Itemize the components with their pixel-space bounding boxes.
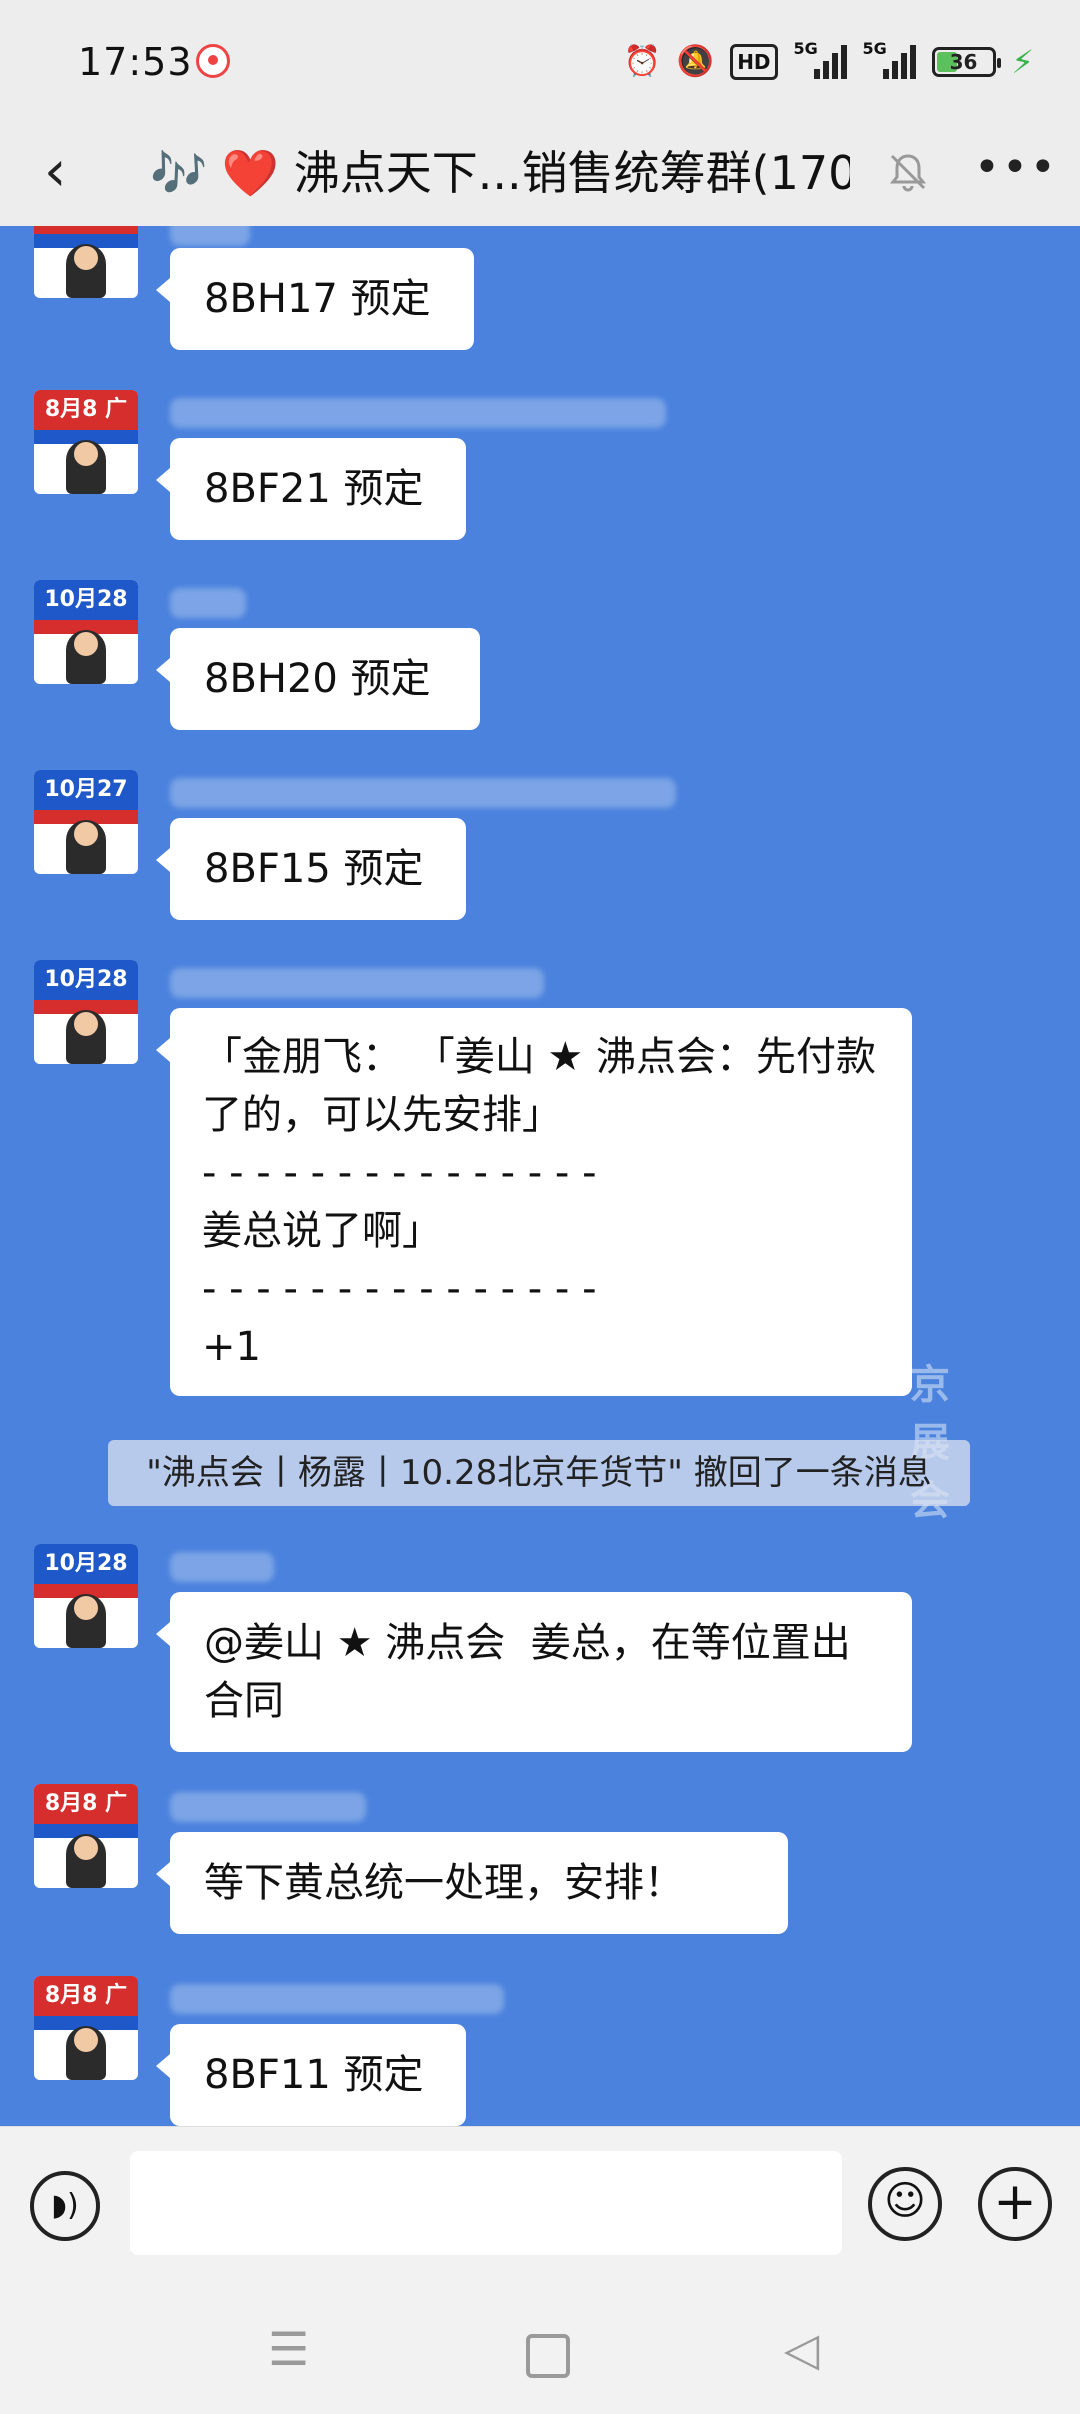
avatar[interactable]: 10月28 北京 bbox=[34, 960, 138, 1064]
chat-messages[interactable]: 京 展 会 8月8 广州 8BH17 预定 8月8 广州 8BF21 预定 10… bbox=[0, 226, 1080, 2126]
back-triangle-icon[interactable]: ◁ bbox=[784, 2322, 819, 2376]
sender-name-blurred bbox=[170, 1792, 366, 1822]
sender-name-blurred bbox=[170, 588, 246, 618]
message-bubble[interactable]: 8BH17 预定 bbox=[156, 248, 474, 350]
more-dots-icon[interactable]: ••• bbox=[974, 142, 1058, 193]
charging-icon: ⚡ bbox=[1011, 43, 1034, 81]
sender-name-blurred bbox=[170, 968, 544, 998]
avatar[interactable]: 8月8 广州 bbox=[34, 226, 138, 298]
plus-icon[interactable]: + bbox=[978, 2167, 1052, 2241]
avatar[interactable]: 8月8 广州 bbox=[34, 390, 138, 494]
sender-name-blurred bbox=[170, 1552, 274, 1582]
message-bubble[interactable]: 等下黄总统一处理，安排！ bbox=[156, 1832, 788, 1934]
battery-icon: 36 bbox=[931, 47, 1001, 77]
message-bubble[interactable]: 8BF15 预定 bbox=[156, 818, 466, 920]
input-bar: ◗) ☺ + bbox=[0, 2126, 1080, 2293]
chevron-left-icon[interactable]: ‹ bbox=[44, 142, 66, 202]
avatar[interactable]: 8月8 广州 bbox=[34, 1976, 138, 2080]
message-input[interactable] bbox=[130, 2151, 842, 2255]
sender-name-blurred bbox=[170, 226, 250, 246]
alarm-icon: ⏰ bbox=[623, 44, 661, 79]
signal-icon: 5G bbox=[863, 39, 916, 79]
sender-name-blurred bbox=[170, 1984, 504, 2014]
voice-input-icon[interactable]: ◗) bbox=[30, 2171, 100, 2241]
message-bubble[interactable]: 「金朋飞： 「姜山 ★ 沸点会：先付款了的，可以先安排」 - - - - - -… bbox=[156, 1008, 912, 1396]
menu-icon[interactable]: ☰ bbox=[268, 2322, 309, 2376]
hd-voice-icon: HD bbox=[730, 44, 778, 80]
status-time: 17:53 bbox=[78, 40, 193, 84]
avatar[interactable]: 10月28 北京 bbox=[34, 580, 138, 684]
home-square-icon[interactable] bbox=[526, 2334, 570, 2378]
message-bubble[interactable]: 8BH20 预定 bbox=[156, 628, 480, 730]
avatar[interactable]: 10月28 北京 bbox=[34, 1544, 138, 1648]
location-app-icon bbox=[196, 44, 230, 78]
emoji-icon[interactable]: ☺ bbox=[868, 2167, 942, 2241]
message-bubble[interactable]: 8BF21 预定 bbox=[156, 438, 466, 540]
chat-title[interactable]: 🎶 ❤️ 沸点天下...销售统筹群(170) bbox=[150, 120, 850, 226]
sender-name-blurred bbox=[170, 398, 666, 428]
chat-header: ‹ 🎶 ❤️ 沸点天下...销售统筹群(170) ••• bbox=[0, 120, 1080, 227]
status-icons: ⏰ 🔕 HD 5G 5G 36 ⚡ bbox=[623, 39, 1034, 84]
avatar[interactable]: 8月8 广州 bbox=[34, 1784, 138, 1888]
message-bubble[interactable]: @姜山 ★ 沸点会 姜总，在等位置出合同 bbox=[156, 1592, 912, 1752]
sender-name-blurred bbox=[170, 778, 676, 808]
notifications-off-icon: 🔕 bbox=[676, 44, 715, 79]
avatar[interactable]: 10月27 北京 bbox=[34, 770, 138, 874]
signal-icon: 5G bbox=[794, 39, 847, 79]
muted-bell-icon bbox=[889, 154, 927, 192]
recall-notice: "沸点会丨杨露丨10.28北京年货节" 撤回了一条消息 bbox=[108, 1440, 970, 1506]
system-navigation-bar: ☰ ◁ bbox=[0, 2292, 1080, 2414]
battery-level: 36 bbox=[949, 50, 978, 74]
message-bubble[interactable]: 8BF11 预定 bbox=[156, 2024, 466, 2126]
status-bar: 17:53 ⏰ 🔕 HD 5G 5G 36 ⚡ bbox=[0, 0, 1080, 120]
